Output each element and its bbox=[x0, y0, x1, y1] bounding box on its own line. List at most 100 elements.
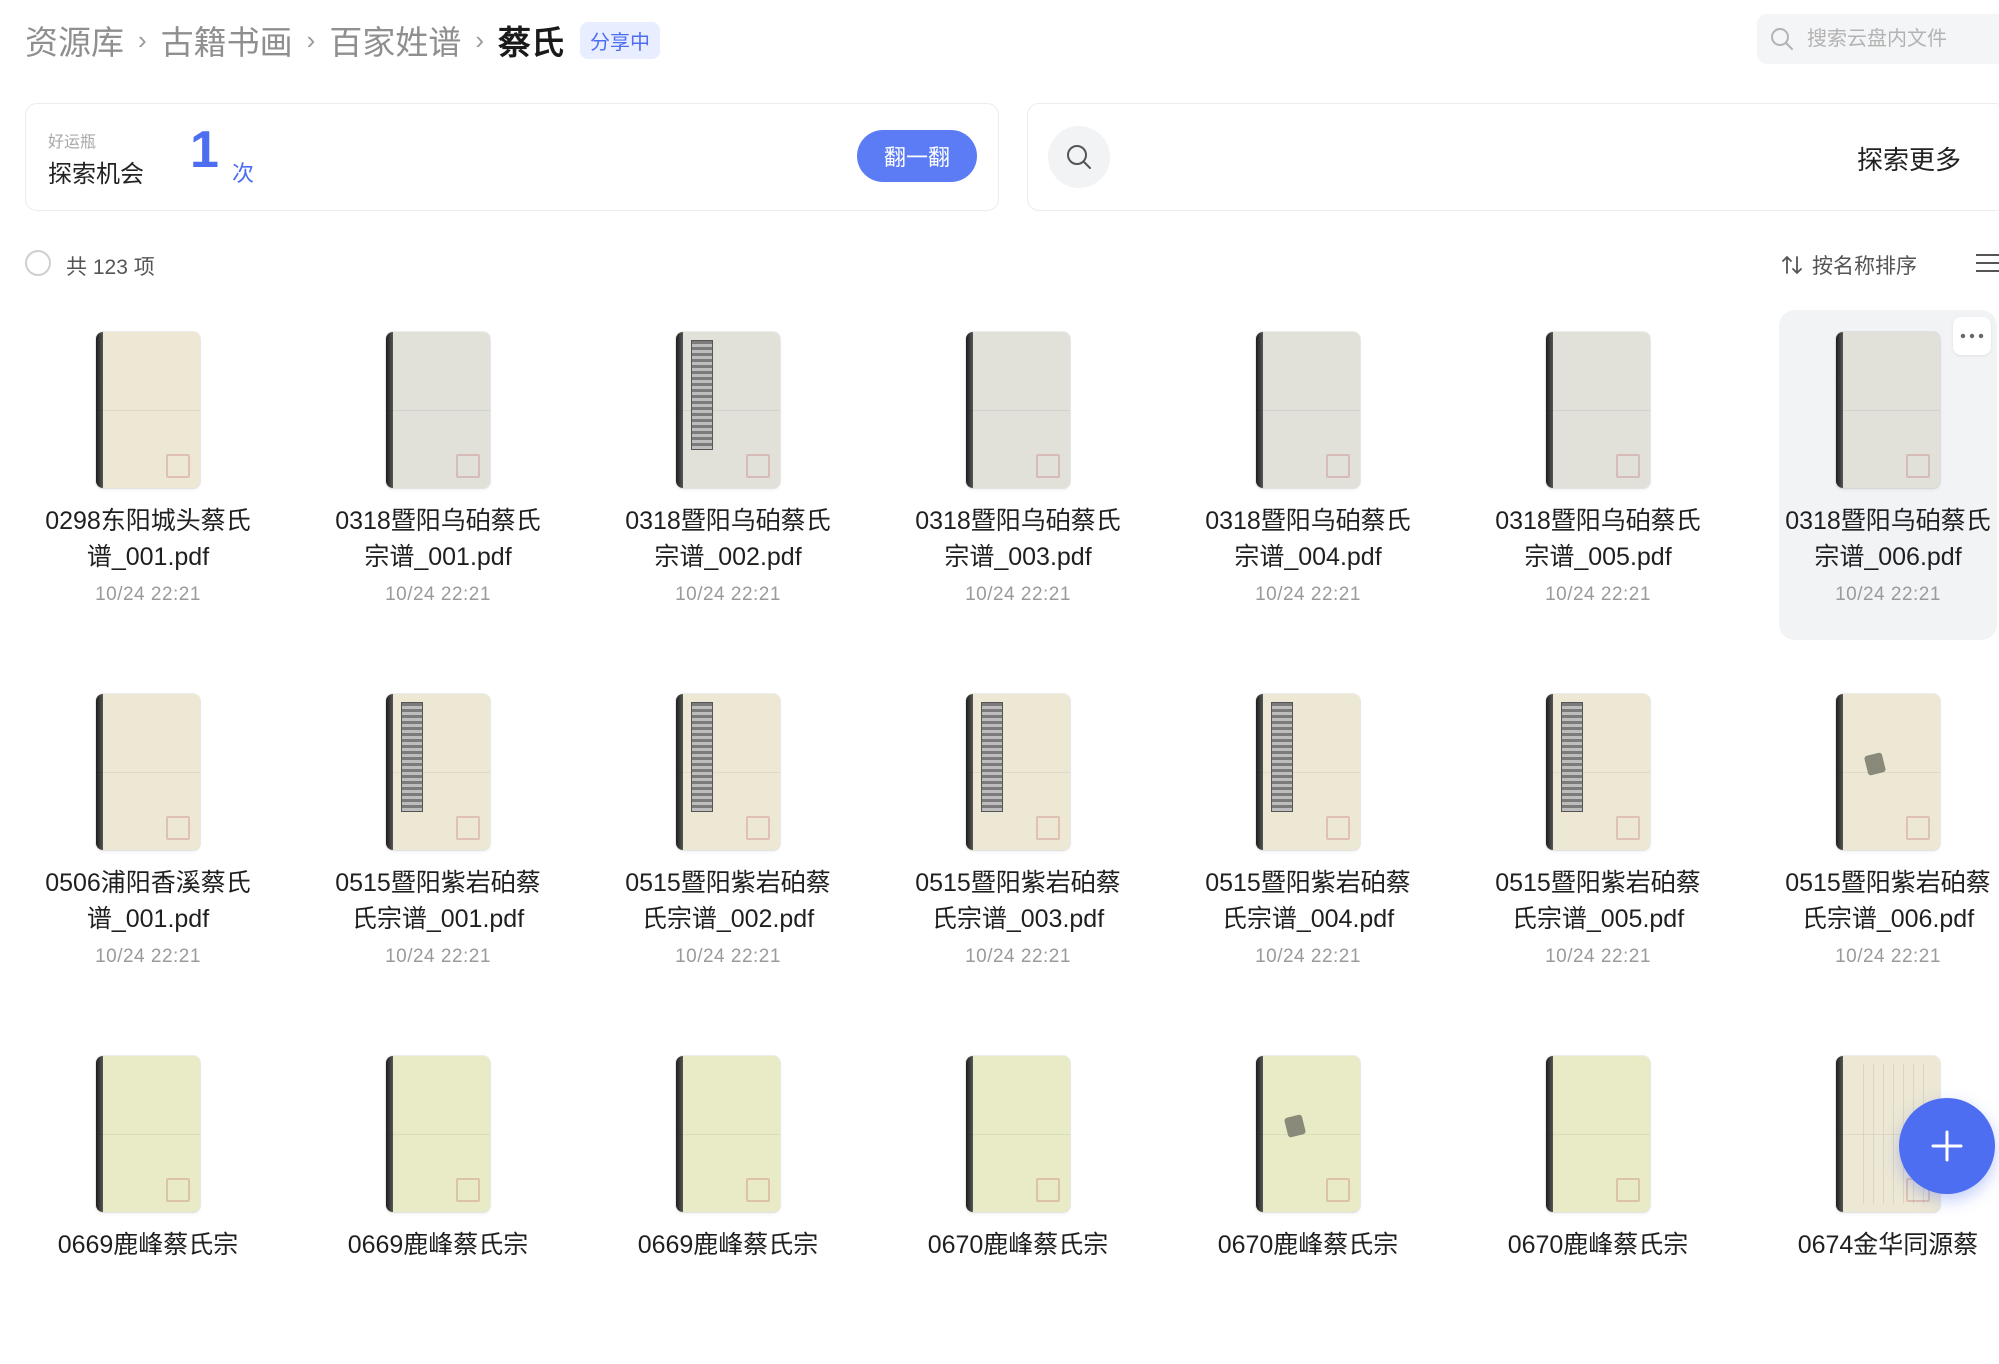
file-name: 0298东阳城头蔡氏谱_001.pdf bbox=[45, 507, 251, 571]
file-item[interactable]: 0515暨阳紫岩砶蔡氏宗谱_005.pdf 10/24 22:21 bbox=[1489, 672, 1707, 1002]
file-name: 0515暨阳紫岩砶蔡氏宗谱_002.pdf bbox=[625, 869, 831, 933]
pdf-thumbnail bbox=[1256, 1056, 1360, 1212]
pdf-thumbnail bbox=[1836, 332, 1940, 488]
file-name: 0674金华同源蔡 bbox=[1797, 1231, 1979, 1259]
pdf-thumbnail bbox=[966, 332, 1070, 488]
breadcrumb-separator-icon: › bbox=[306, 24, 316, 55]
file-name: 0669鹿峰蔡氏宗 bbox=[57, 1231, 239, 1259]
file-name: 0318暨阳乌砶蔡氏宗谱_006.pdf bbox=[1785, 507, 1991, 571]
file-item[interactable]: 0318暨阳乌砶蔡氏宗谱_003.pdf 10/24 22:21 bbox=[909, 310, 1127, 640]
file-date: 10/24 22:21 bbox=[1545, 584, 1651, 605]
file-item[interactable]: 0670鹿峰蔡氏宗 bbox=[909, 1034, 1127, 1364]
file-item[interactable]: 0515暨阳紫岩砶蔡氏宗谱_001.pdf 10/24 22:21 bbox=[329, 672, 547, 1002]
file-name: 0670鹿峰蔡氏宗 bbox=[927, 1231, 1109, 1259]
file-date: 10/24 22:21 bbox=[965, 584, 1071, 605]
explore-chance-unit: 次 bbox=[232, 161, 255, 186]
pdf-thumbnail bbox=[386, 694, 490, 850]
explore-chance-count: 1 bbox=[190, 121, 219, 179]
pdf-thumbnail bbox=[1256, 694, 1360, 850]
search-input[interactable] bbox=[1805, 26, 1999, 52]
file-date: 10/24 22:21 bbox=[385, 946, 491, 967]
file-item[interactable]: 0669鹿峰蔡氏宗 bbox=[619, 1034, 837, 1364]
pdf-thumbnail bbox=[1836, 694, 1940, 850]
search-icon bbox=[1771, 28, 1793, 50]
file-date: 10/24 22:21 bbox=[675, 584, 781, 605]
file-name: 0318暨阳乌砶蔡氏宗谱_004.pdf bbox=[1205, 507, 1411, 571]
pdf-thumbnail bbox=[966, 694, 1070, 850]
breadcrumb-item-ancient-books[interactable]: 古籍书画 bbox=[161, 16, 293, 64]
file-name: 0318暨阳乌砶蔡氏宗谱_005.pdf bbox=[1495, 507, 1701, 571]
file-item[interactable]: 0670鹿峰蔡氏宗 bbox=[1489, 1034, 1707, 1364]
pdf-thumbnail bbox=[966, 1056, 1070, 1212]
file-name: 0669鹿峰蔡氏宗 bbox=[347, 1231, 529, 1259]
file-name: 0515暨阳紫岩砶蔡氏宗谱_004.pdf bbox=[1205, 869, 1411, 933]
file-date: 10/24 22:21 bbox=[1835, 946, 1941, 967]
file-name: 0515暨阳紫岩砶蔡氏宗谱_003.pdf bbox=[915, 869, 1121, 933]
file-date: 10/24 22:21 bbox=[1545, 946, 1651, 967]
file-item[interactable]: 0515暨阳紫岩砶蔡氏宗谱_006.pdf 10/24 22:21 bbox=[1779, 672, 1997, 1002]
explore-card[interactable]: 探索更多 bbox=[1027, 103, 1999, 211]
sort-by-name-button[interactable]: 按名称排序 bbox=[1780, 250, 1917, 280]
file-item[interactable]: 0515暨阳紫岩砶蔡氏宗谱_003.pdf 10/24 22:21 bbox=[909, 672, 1127, 1002]
breadcrumb-current-folder: 蔡氏 bbox=[498, 24, 565, 61]
file-name: 0318暨阳乌砶蔡氏宗谱_001.pdf bbox=[335, 507, 541, 571]
breadcrumb-separator-icon: › bbox=[138, 24, 147, 55]
file-name: 0318暨阳乌砶蔡氏宗谱_003.pdf bbox=[915, 507, 1121, 571]
more-dots-icon bbox=[1960, 333, 1984, 339]
explore-more-link[interactable]: 探索更多 bbox=[1857, 140, 1961, 177]
pdf-thumbnail bbox=[96, 694, 200, 850]
file-item[interactable]: 0669鹿峰蔡氏宗 bbox=[39, 1034, 257, 1364]
file-name: 0506浦阳香溪蔡氏谱_001.pdf bbox=[45, 869, 251, 933]
breadcrumb: 资源库 › 古籍书画 › 百家姓谱 › 蔡氏 分享中 bbox=[25, 16, 661, 64]
pdf-thumbnail bbox=[676, 694, 780, 850]
list-view-icon[interactable] bbox=[1974, 252, 1999, 274]
file-item[interactable]: 0515暨阳紫岩砶蔡氏宗谱_002.pdf 10/24 22:21 bbox=[619, 672, 837, 1002]
lucky-bottle-card: 好运瓶 探索机会 1 次 翻一翻 bbox=[25, 103, 999, 211]
file-item[interactable]: 0318暨阳乌砶蔡氏宗谱_006.pdf 10/24 22:21 bbox=[1779, 310, 1997, 640]
sort-label: 按名称排序 bbox=[1812, 255, 1917, 278]
plus-icon bbox=[1931, 1130, 1963, 1162]
lucky-bottle-label: 好运瓶 bbox=[48, 134, 97, 151]
file-name: 0669鹿峰蔡氏宗 bbox=[637, 1231, 819, 1259]
pdf-thumbnail bbox=[1546, 1056, 1650, 1212]
pdf-thumbnail bbox=[1546, 332, 1650, 488]
file-item[interactable]: 0515暨阳紫岩砶蔡氏宗谱_004.pdf 10/24 22:21 bbox=[1199, 672, 1417, 1002]
file-item[interactable]: 0674金华同源蔡 bbox=[1779, 1034, 1997, 1364]
file-item[interactable]: 0669鹿峰蔡氏宗 bbox=[329, 1034, 547, 1364]
file-item[interactable]: 0318暨阳乌砶蔡氏宗谱_002.pdf 10/24 22:21 bbox=[619, 310, 837, 640]
file-name: 0670鹿峰蔡氏宗 bbox=[1217, 1231, 1399, 1259]
file-name: 0515暨阳紫岩砶蔡氏宗谱_005.pdf bbox=[1495, 869, 1701, 933]
pdf-thumbnail bbox=[676, 332, 780, 488]
file-item[interactable]: 0506浦阳香溪蔡氏谱_001.pdf 10/24 22:21 bbox=[39, 672, 257, 1002]
item-count: 共 123 项 bbox=[66, 256, 155, 279]
file-item[interactable]: 0298东阳城头蔡氏谱_001.pdf 10/24 22:21 bbox=[39, 310, 257, 640]
select-all-checkbox[interactable] bbox=[25, 250, 51, 276]
file-date: 10/24 22:21 bbox=[1835, 584, 1941, 605]
file-date: 10/24 22:21 bbox=[95, 584, 201, 605]
add-button[interactable] bbox=[1899, 1098, 1995, 1194]
sharing-status-badge: 分享中 bbox=[580, 21, 661, 59]
pdf-thumbnail bbox=[96, 332, 200, 488]
explore-chance-label: 探索机会 bbox=[48, 161, 144, 188]
file-name: 0515暨阳紫岩砶蔡氏宗谱_001.pdf bbox=[335, 869, 541, 933]
search-box[interactable] bbox=[1757, 14, 1999, 64]
more-options-button[interactable] bbox=[1953, 317, 1991, 355]
magnifier-icon bbox=[1048, 126, 1110, 188]
pdf-thumbnail bbox=[96, 1056, 200, 1212]
breadcrumb-item-resource-library[interactable]: 资源库 bbox=[25, 16, 124, 64]
sort-arrows-icon bbox=[1782, 256, 1802, 274]
pdf-thumbnail bbox=[1546, 694, 1650, 850]
file-date: 10/24 22:21 bbox=[385, 584, 491, 605]
flip-button[interactable]: 翻一翻 bbox=[857, 130, 977, 182]
file-name: 0670鹿峰蔡氏宗 bbox=[1507, 1231, 1689, 1259]
file-item[interactable]: 0318暨阳乌砶蔡氏宗谱_005.pdf 10/24 22:21 bbox=[1489, 310, 1707, 640]
file-item[interactable]: 0318暨阳乌砶蔡氏宗谱_001.pdf 10/24 22:21 bbox=[329, 310, 547, 640]
file-name: 0515暨阳紫岩砶蔡氏宗谱_006.pdf bbox=[1785, 869, 1991, 933]
pdf-thumbnail bbox=[676, 1056, 780, 1212]
breadcrumb-item-surnames[interactable]: 百家姓谱 bbox=[329, 16, 461, 64]
file-date: 10/24 22:21 bbox=[95, 946, 201, 967]
file-date: 10/24 22:21 bbox=[675, 946, 781, 967]
file-item[interactable]: 0670鹿峰蔡氏宗 bbox=[1199, 1034, 1417, 1364]
file-item[interactable]: 0318暨阳乌砶蔡氏宗谱_004.pdf 10/24 22:21 bbox=[1199, 310, 1417, 640]
pdf-thumbnail bbox=[1256, 332, 1360, 488]
